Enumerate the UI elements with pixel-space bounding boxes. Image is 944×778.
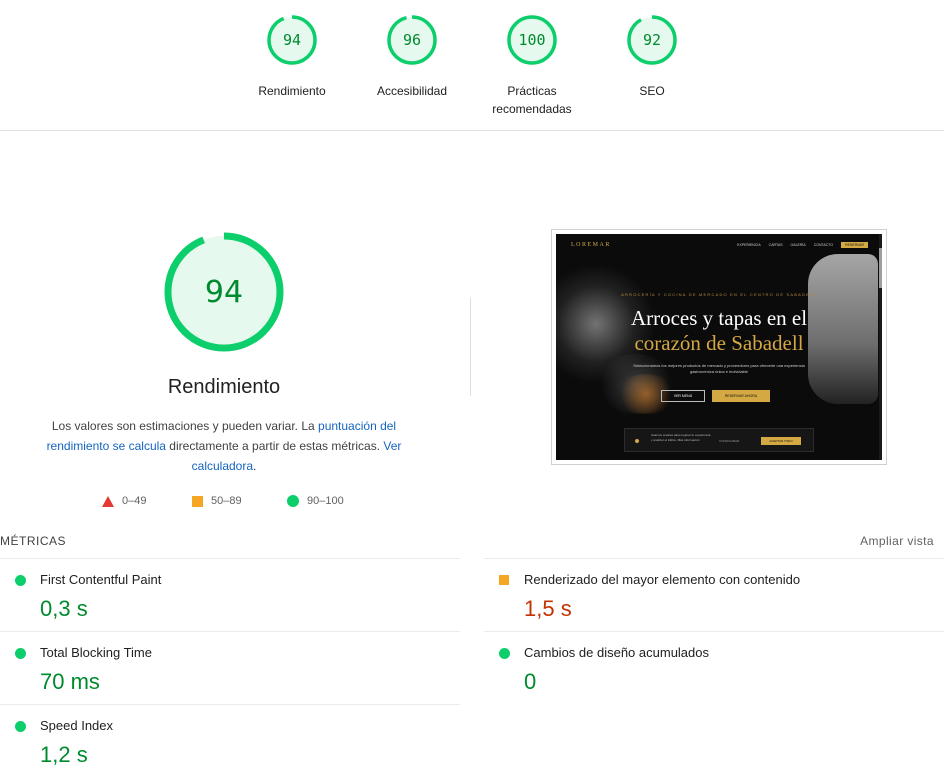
metric-cls: Cambios de diseño acumulados 0 [484,631,944,704]
gauge-accessibility-label: Accesibilidad [376,84,448,98]
site-scrollbar [879,234,882,460]
metric-tbt: Total Blocking Time 70 ms [0,631,460,704]
site-nav-item: EXPERIENCIA [737,243,761,247]
metric-si: Speed Index 1,2 s [0,704,460,777]
pass-icon [15,648,26,659]
gauge-best-practices-ring: 100 [507,15,557,65]
site-nav: EXPERIENCIA CARTAS GALERÍA CONTACTO RESE… [737,242,868,248]
legend-fail: 0–49 [102,495,146,507]
site-eyebrow: ARROCERÍA Y COCINA DE MERCADO EN EL CENT… [621,292,817,297]
site-headline-2: corazón de Sabadell [634,331,804,355]
cookie-text: Usamos cookies para mejorar tu experienc… [651,433,711,442]
legend-average-label: 50–89 [211,495,242,507]
gauge-performance-label: Rendimiento [258,84,326,98]
circle-icon [287,495,299,507]
score-summary: 94 Rendimiento 96 Accesibilidad 100 Prác… [0,0,944,131]
metric-lcp: Renderizado del mayor elemento con conte… [484,558,944,631]
gauge-accessibility-ring: 96 [387,15,437,65]
score-legend: 0–49 50–89 90–100 [0,495,448,511]
site-reserve-button: RESERVAR AHORA [712,390,770,402]
gauge-best-practices-score: 100 [518,31,545,49]
pass-icon [15,575,26,586]
metric-fcp: First Contentful Paint 0,3 s [0,558,460,631]
cookie-config: CONFIGURAR [719,439,740,443]
site-cookie-banner: Usamos cookies para mejorar tu experienc… [624,428,814,452]
performance-title: Rendimiento [167,376,281,398]
legend-average: 50–89 [192,495,242,507]
site-nav-item: CONTACTO [813,243,834,247]
gauge-accessibility-score: 96 [403,31,421,49]
metric-cls-label: Cambios de diseño acumulados [524,645,709,660]
metric-tbt-label: Total Blocking Time [40,645,152,660]
performance-gauge: 94 [164,232,284,352]
description-text-2: directamente a partir de estas métricas. [165,439,384,453]
metric-fcp-label: First Contentful Paint [40,572,162,587]
gauge-accessibility[interactable]: 96 Accesibilidad [352,14,472,100]
average-icon [499,575,509,585]
performance-description: Los valores son estimaciones y pueden va… [40,416,408,476]
metric-fcp-value: 0,3 s [40,596,88,621]
metric-lcp-label: Renderizado del mayor elemento con conte… [524,572,801,587]
triangle-icon [102,495,114,507]
metric-cls-value: 0 [524,669,537,694]
site-subtitle: Seleccionamos los mejores productos de m… [633,363,805,374]
performance-score: 94 [205,275,243,310]
gauge-seo-ring: 92 [627,15,677,65]
gauge-seo-label: SEO [639,84,665,98]
site-headline-1: Arroces y tapas en el [630,306,808,330]
gauge-seo[interactable]: 92 SEO [592,14,712,100]
site-logo: LOREMAR [571,242,611,248]
metric-tbt-value: 70 ms [40,669,100,694]
legend-pass: 90–100 [287,495,344,507]
final-screenshot[interactable]: LOREMAR EXPERIENCIA CARTAS GALERÍA CONTA… [551,229,887,465]
pass-icon [499,648,510,659]
description-text-3: . [253,459,257,473]
gauge-performance-score: 94 [283,31,301,49]
site-nav-item: GALERÍA [790,243,806,247]
gauge-seo-score: 92 [643,31,661,49]
gauge-performance-ring: 94 [267,15,317,65]
metric-lcp-value: 1,5 s [524,596,572,621]
site-nav-reserve: RESERVAR [841,242,868,248]
gauge-performance[interactable]: 94 Rendimiento [232,14,352,100]
screenshot-image: LOREMAR EXPERIENCIA CARTAS GALERÍA CONTA… [556,234,882,460]
gauge-best-practices[interactable]: 100 Prácticas recomendadas [472,14,592,118]
cookie-accept: ACEPTAR TODO [761,437,801,445]
site-menu-button: VER MENÚ [661,390,705,402]
gauge-best-practices-label: Prácticas recomendadas [492,84,572,116]
pass-icon [15,721,26,732]
site-scrollbar-thumb [879,248,882,288]
metric-si-value: 1,2 s [40,742,88,767]
metrics-heading: MÉTRICAS [0,534,67,548]
legend-fail-label: 0–49 [122,495,147,507]
cookie-icon [635,439,639,443]
description-text-1: Los valores son estimaciones y pueden va… [51,419,319,433]
site-nav-item: CARTAS [768,243,783,247]
legend-pass-label: 90–100 [307,495,344,507]
square-icon [192,495,203,507]
metric-si-label: Speed Index [40,718,114,733]
expand-view-toggle[interactable]: Ampliar vista [860,534,934,548]
vertical-divider [470,298,471,396]
